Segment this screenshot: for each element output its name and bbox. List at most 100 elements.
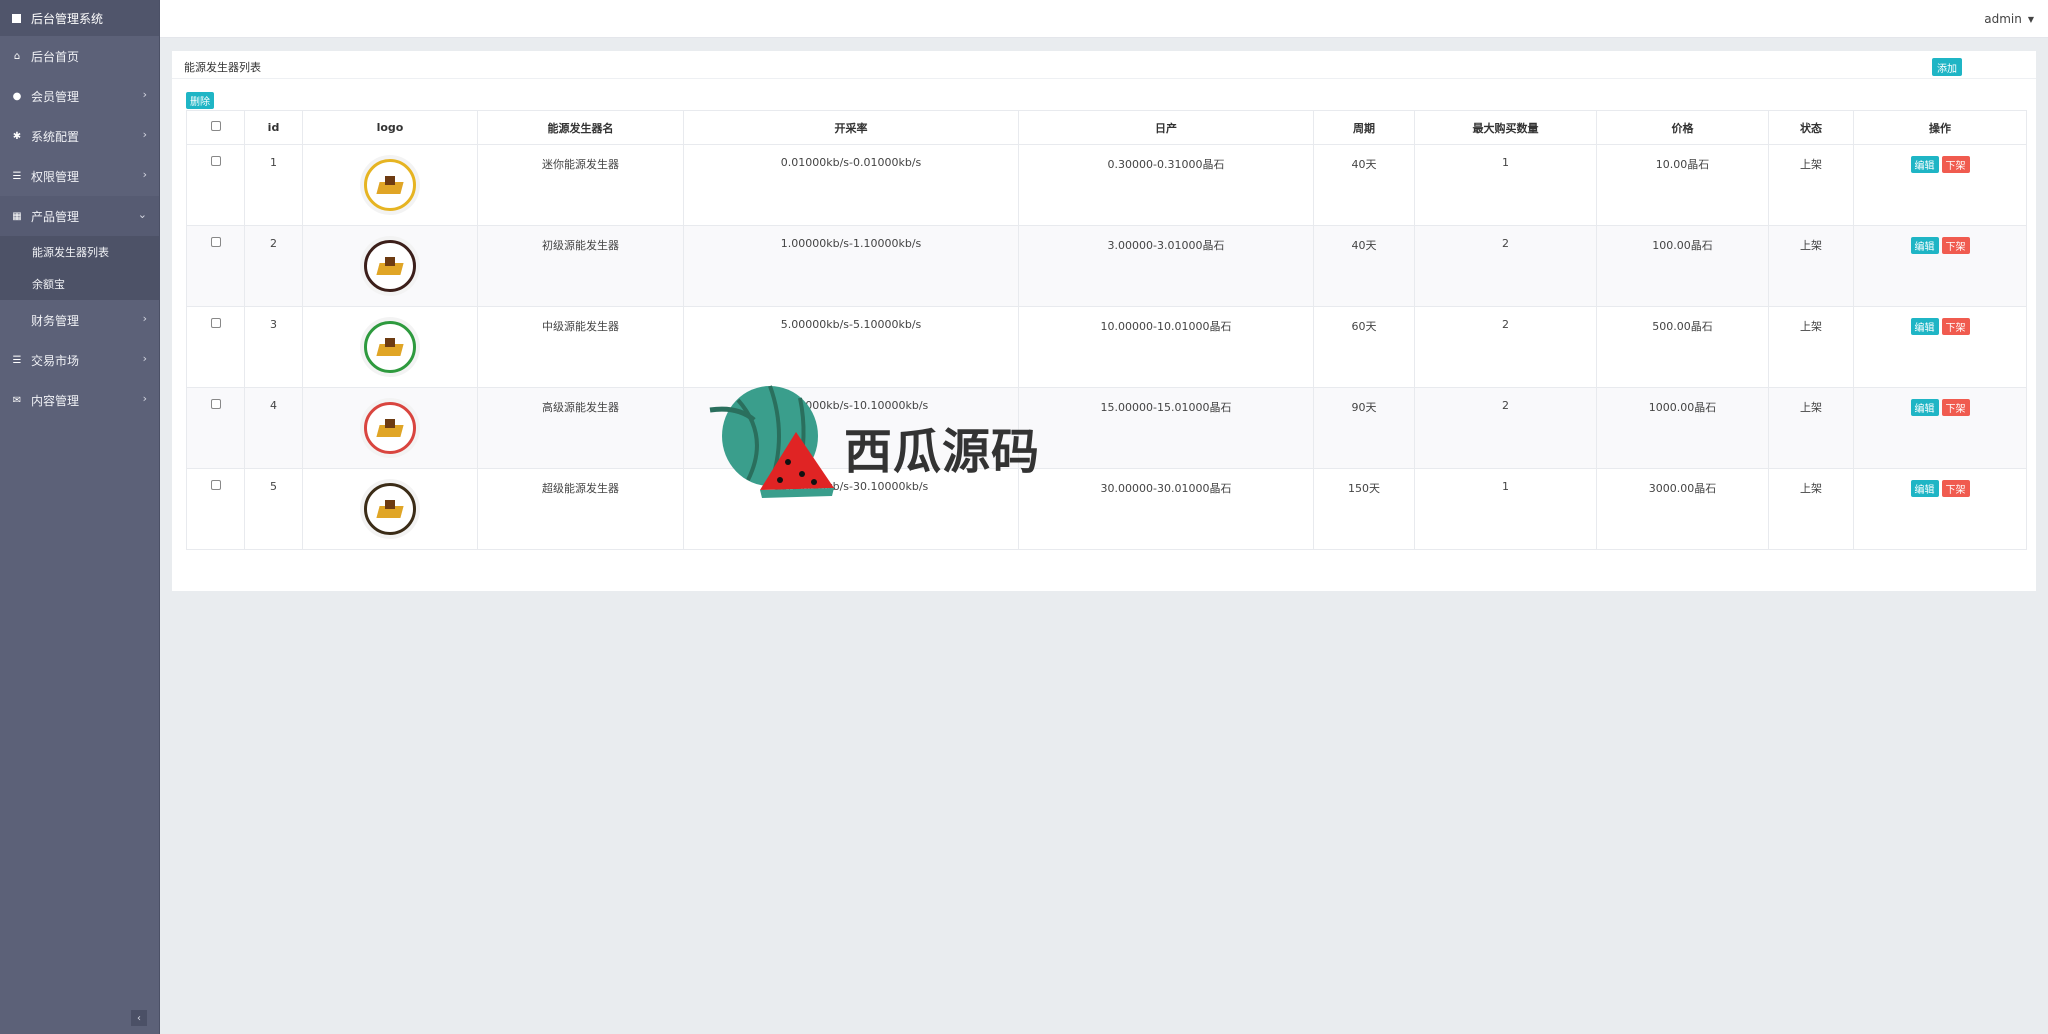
logo-cell [302, 306, 478, 388]
logo-cell [302, 225, 478, 307]
name-cell: 初级源能发生器 [477, 225, 684, 307]
id-cell: 4 [244, 387, 303, 469]
ops-cell: 编辑 下架 [1853, 387, 2027, 469]
ops-cell: 编辑 下架 [1853, 225, 2027, 307]
rate-cell: 1.00000kb/s-1.10000kb/s [683, 225, 1019, 307]
max-cell: 1 [1414, 144, 1597, 226]
user-icon: ● [12, 90, 22, 102]
off-shelf-button[interactable]: 下架 [1941, 318, 1970, 335]
column-header: logo [302, 110, 478, 145]
table-row: 5 超级能源发生器 30.00000kb/s-30.10000kb/s 30.0000… [186, 468, 2027, 550]
off-shelf-button[interactable]: 下架 [1941, 237, 1970, 254]
generator-logo [364, 159, 416, 211]
rate-cell: 5.00000kb/s-5.10000kb/s [683, 306, 1019, 388]
cogs-icon: ✱ [12, 130, 22, 142]
sidebar-item-label: 内容管理 [31, 393, 80, 408]
envelope-icon: ✉ [12, 394, 22, 406]
ops-cell: 编辑 下架 [1853, 468, 2027, 550]
sidebar-submenu: 能源发生器列表 余额宝 [0, 236, 159, 300]
price-cell: 1000.00晶石 [1596, 387, 1769, 469]
sidebar-item[interactable]: ☰ 权限管理 › [0, 156, 159, 196]
sidebar-item-label: 权限管理 [31, 169, 80, 184]
table-row: 3 中级源能发生器 5.00000kb/s-5.10000kb/s 10.00000-… [186, 306, 2027, 388]
name-cell: 超级能源发生器 [477, 468, 684, 550]
sidebar-item-label: 产品管理 [31, 209, 80, 224]
user-menu[interactable]: admin ▼ [1984, 12, 2034, 26]
column-header: 价格 [1596, 110, 1769, 145]
column-header: 开采率 [683, 110, 1019, 145]
price-cell: 10.00晶石 [1596, 144, 1769, 226]
generator-table: id logo 能源发生器名 开采率 日产 周期 最大购买数量 价格 状态 操作… [186, 110, 2027, 550]
logo-cell [302, 387, 478, 469]
username: admin [1984, 12, 2022, 26]
status-cell: 上架 [1768, 387, 1854, 469]
chevron-right-icon: › [142, 168, 147, 181]
sidebar-subitem-yuebao[interactable]: 余额宝 [0, 268, 159, 300]
edit-button[interactable]: 编辑 [1910, 399, 1939, 416]
select-all-cell [186, 110, 245, 145]
sidebar-item-label: 交易市场 [31, 353, 80, 368]
table-row: 4 高级源能发生器 10.00000kb/s-10.10000kb/s 15.0000… [186, 387, 2027, 469]
sidebar-item[interactable]: 财务管理 › [0, 300, 159, 340]
sidebar-item[interactable]: ● 会员管理 › [0, 76, 159, 116]
home-icon: ⌂ [13, 50, 21, 62]
name-cell: 中级源能发生器 [477, 306, 684, 388]
edit-button[interactable]: 编辑 [1910, 156, 1939, 173]
daily-cell: 30.00000-30.01000晶石 [1018, 468, 1314, 550]
table-row: 1 迷你能源发生器 0.01000kb/s-0.01000kb/s 0.30000-0… [186, 144, 2027, 226]
cycle-cell: 150天 [1313, 468, 1415, 550]
collapse-sidebar-icon[interactable]: ‹ [131, 1010, 147, 1026]
name-cell: 迷你能源发生器 [477, 144, 684, 226]
off-shelf-button[interactable]: 下架 [1941, 480, 1970, 497]
edit-button[interactable]: 编辑 [1910, 318, 1939, 335]
sidebar-brand[interactable]: 后台管理系统 [0, 0, 159, 36]
daily-cell: 10.00000-10.01000晶石 [1018, 306, 1314, 388]
logo-cell [302, 468, 478, 550]
sidebar-item-label: 后台首页 [31, 49, 80, 64]
row-checkbox[interactable] [210, 156, 221, 166]
status-cell: 上架 [1768, 468, 1854, 550]
topbar: admin ▼ [160, 0, 2048, 38]
column-header: 日产 [1018, 110, 1314, 145]
select-cell [186, 225, 245, 307]
edit-button[interactable]: 编辑 [1910, 480, 1939, 497]
add-button[interactable]: 添加 [1932, 58, 1962, 76]
status-cell: 上架 [1768, 144, 1854, 226]
sidebar-item[interactable]: ✱ 系统配置 › [0, 116, 159, 156]
sidebar-item[interactable]: ⌂ 后台首页 [0, 36, 159, 76]
chevron-right-icon: › [142, 352, 147, 365]
ops-cell: 编辑 下架 [1853, 144, 2027, 226]
row-checkbox[interactable] [210, 237, 221, 247]
select-all-checkbox[interactable] [210, 121, 221, 131]
delete-button[interactable]: 删除 [186, 92, 214, 109]
row-checkbox[interactable] [210, 318, 221, 328]
row-checkbox[interactable] [210, 399, 221, 409]
sidebar-item-product-management[interactable]: ▦ 产品管理 ⌄ [0, 196, 159, 236]
daily-cell: 0.30000-0.31000晶石 [1018, 144, 1314, 226]
chevron-right-icon: › [142, 88, 147, 101]
cycle-cell: 40天 [1313, 144, 1415, 226]
list-icon: ☰ [12, 170, 22, 182]
price-cell: 100.00晶石 [1596, 225, 1769, 307]
daily-cell: 3.00000-3.01000晶石 [1018, 225, 1314, 307]
off-shelf-button[interactable]: 下架 [1941, 399, 1970, 416]
cycle-cell: 60天 [1313, 306, 1415, 388]
edit-button[interactable]: 编辑 [1910, 237, 1939, 254]
sidebar-item[interactable]: ✉ 内容管理 › [0, 380, 159, 420]
sidebar-item-label: 财务管理 [31, 313, 80, 328]
windows-icon: ▦ [12, 210, 22, 222]
column-header: 操作 [1853, 110, 2027, 145]
column-header: 状态 [1768, 110, 1854, 145]
chevron-right-icon: › [142, 392, 147, 405]
row-checkbox[interactable] [210, 480, 221, 490]
id-cell: 3 [244, 306, 303, 388]
sidebar-item[interactable]: ☰ 交易市场 › [0, 340, 159, 380]
off-shelf-button[interactable]: 下架 [1941, 156, 1970, 173]
max-cell: 2 [1414, 306, 1597, 388]
list-icon: ☰ [12, 354, 22, 366]
column-header: 能源发生器名 [477, 110, 684, 145]
panel-header: 能源发生器列表 添加 [172, 51, 2036, 79]
price-cell: 3000.00晶石 [1596, 468, 1769, 550]
sidebar-subitem-generator-list[interactable]: 能源发生器列表 [0, 236, 159, 268]
sidebar: 后台管理系统 ⌂ 后台首页 ● 会员管理 › ✱ 系统配置 › ☰ 权限管理 › ▦ 产品管理 ⌄ … [0, 0, 160, 1034]
